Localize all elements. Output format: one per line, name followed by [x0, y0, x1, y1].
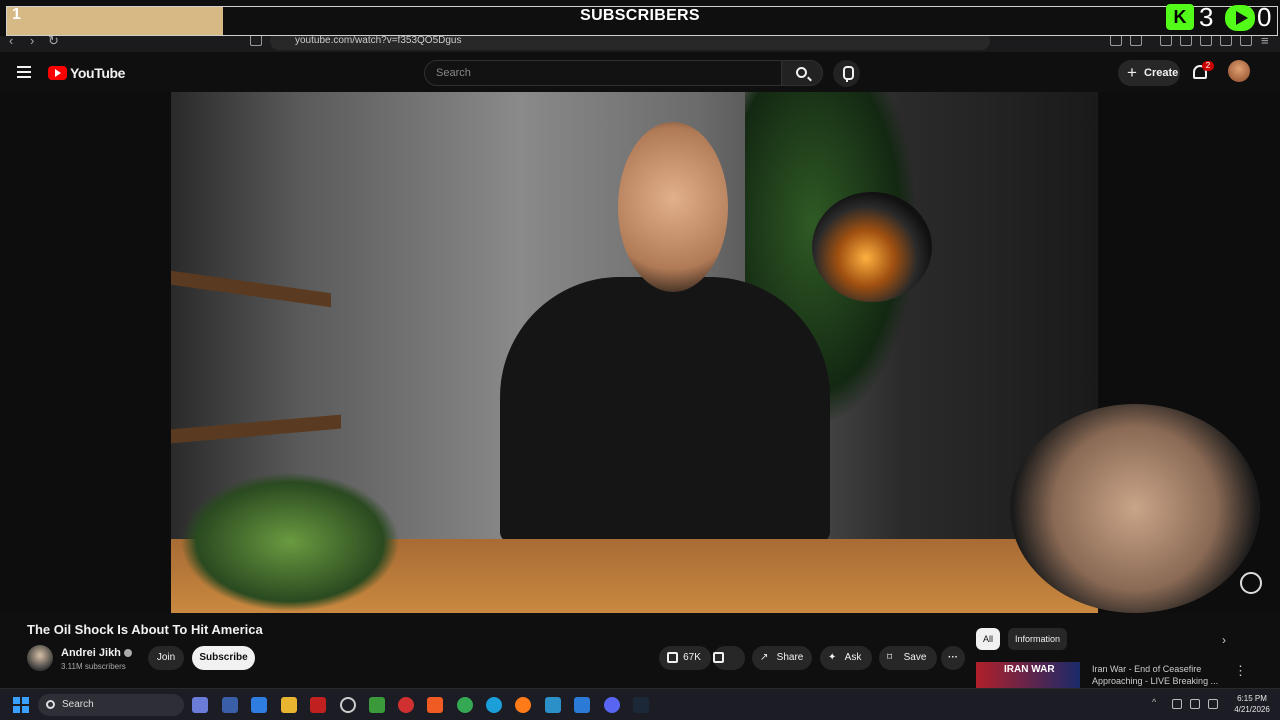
recommendation-menu-icon[interactable]: ⋮	[1234, 663, 1247, 679]
windows-start-icon[interactable]	[13, 697, 29, 713]
recommendation-thumbnail[interactable]: IRAN WAR	[976, 662, 1080, 688]
copilot-icon[interactable]	[192, 697, 208, 713]
subscriber-count: 3.11M subscribers	[61, 662, 126, 671]
join-button[interactable]: Join	[148, 646, 184, 670]
verified-icon	[123, 649, 132, 658]
youtube-play-icon	[48, 66, 67, 80]
search-input[interactable]: Search	[424, 60, 782, 86]
presenter-body	[500, 277, 830, 542]
volume-icon[interactable]	[1208, 699, 1218, 709]
taskbar-search-icon	[46, 700, 55, 709]
more-actions-button[interactable]: ···	[941, 646, 965, 670]
dislike-button[interactable]	[713, 646, 745, 670]
app-icon[interactable]	[251, 697, 267, 713]
account-avatar[interactable]	[1228, 60, 1250, 82]
foreground-plant	[180, 472, 400, 612]
notification-badge: 2	[1202, 61, 1214, 71]
microphone-icon[interactable]	[1172, 699, 1182, 709]
kick-count: 3	[1199, 2, 1214, 32]
windows-taskbar: Search ^ 6:15 PM 4/21/2026	[0, 688, 1280, 720]
presenter-head	[618, 122, 728, 292]
rumble-icon	[1225, 5, 1255, 31]
bookmark-add-icon: ⌑	[887, 652, 893, 663]
chip-all[interactable]: All	[976, 628, 1001, 650]
discord-icon[interactable]	[604, 697, 620, 713]
channel-name[interactable]: Andrei Jikh	[61, 647, 132, 659]
plus-icon: +	[1127, 63, 1137, 82]
background-shelf	[171, 270, 331, 308]
voice-search-icon[interactable]	[833, 60, 860, 87]
youtube-logo-text: YouTube	[70, 65, 126, 81]
app-icon[interactable]	[310, 697, 326, 713]
like-button[interactable]: 67K	[659, 646, 711, 670]
webcam-overlay	[1010, 404, 1260, 613]
subscribe-button[interactable]: Subscribe	[192, 646, 255, 670]
thumbs-up-icon	[667, 652, 678, 663]
clock-date: 4/21/2026	[1234, 705, 1270, 714]
share-icon: ↗	[760, 652, 769, 663]
studio-lamp	[812, 192, 932, 302]
channel-name-text: Andrei Jikh	[61, 647, 121, 659]
like-count: 67K	[683, 652, 701, 663]
search-icon	[796, 67, 807, 78]
firefox-icon[interactable]	[515, 697, 531, 713]
background-shelf	[171, 414, 341, 444]
search-button[interactable]	[781, 60, 823, 86]
tray-chevron-icon[interactable]: ^	[1152, 697, 1162, 707]
overlay-title: SUBSCRIBERS	[580, 7, 700, 24]
create-label: Create	[1144, 67, 1179, 79]
video-title: The Oil Shock Is About To Hit America	[27, 622, 263, 637]
taskbar-clock[interactable]: 6:15 PM 4/21/2026	[1228, 693, 1276, 715]
thumbs-down-icon	[713, 652, 724, 663]
create-button[interactable]: + Create	[1118, 60, 1180, 86]
app-icon[interactable]	[340, 697, 356, 713]
save-label: Save	[903, 652, 927, 663]
share-button[interactable]: ↗ Share	[752, 646, 812, 670]
edge-icon[interactable]	[486, 697, 502, 713]
chip-information[interactable]: Information	[1008, 628, 1068, 650]
guide-menu-icon[interactable]	[17, 66, 31, 78]
network-icon[interactable]	[1190, 699, 1200, 709]
vscode-icon[interactable]	[574, 697, 590, 713]
youtube-logo[interactable]: YouTube	[48, 65, 125, 81]
app-icon[interactable]	[369, 697, 385, 713]
taskbar-search[interactable]: Search	[38, 694, 184, 716]
video-player[interactable]	[0, 92, 1280, 613]
youtube-masthead: YouTube Search + Create 2	[0, 52, 1280, 92]
share-label: Share	[776, 652, 804, 663]
clock-time: 6:15 PM	[1237, 694, 1267, 703]
kick-icon: K	[1166, 4, 1194, 30]
file-explorer-icon[interactable]	[281, 697, 297, 713]
app-icon[interactable]	[222, 697, 238, 713]
save-button[interactable]: ⌑ Save	[879, 646, 937, 670]
ask-label: Ask	[844, 652, 862, 663]
ask-button[interactable]: ✦ Ask	[820, 646, 872, 670]
chrome-icon[interactable]	[457, 697, 473, 713]
chip-next-chevron-icon[interactable]: ›	[1222, 633, 1226, 647]
sparkle-icon: ✦	[828, 652, 837, 663]
recommendation-thumb-tag: IRAN WAR	[1004, 664, 1055, 675]
app-icon[interactable]	[398, 697, 414, 713]
webcam-toggle-icon[interactable]	[1240, 572, 1262, 594]
steam-icon[interactable]	[633, 697, 649, 713]
brave-browser-icon[interactable]	[427, 697, 443, 713]
channel-avatar[interactable]	[27, 645, 53, 671]
taskbar-search-label: Search	[62, 699, 94, 710]
app-icon[interactable]	[545, 697, 561, 713]
recommendation-title[interactable]: Iran War - End of Ceasefire Approaching …	[1092, 663, 1232, 687]
subscriber-goal-overlay: 1 SUBSCRIBERS K 3 0	[0, 0, 1280, 36]
rumble-count: 0	[1257, 2, 1272, 32]
